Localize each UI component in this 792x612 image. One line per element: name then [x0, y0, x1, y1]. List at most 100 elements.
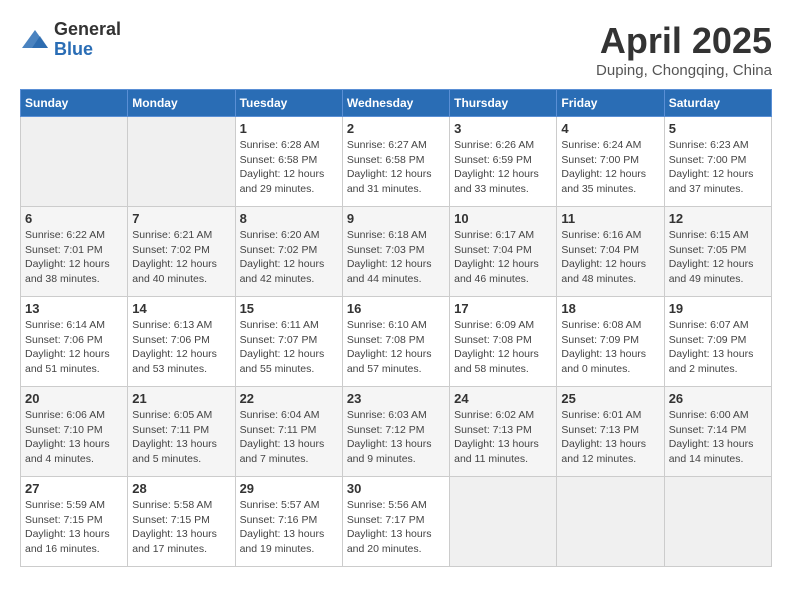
- day-info: Sunrise: 6:15 AM Sunset: 7:05 PM Dayligh…: [669, 228, 767, 287]
- day-number: 15: [240, 301, 338, 316]
- col-saturday: Saturday: [664, 90, 771, 117]
- day-info: Sunrise: 6:28 AM Sunset: 6:58 PM Dayligh…: [240, 138, 338, 197]
- day-number: 11: [561, 211, 659, 226]
- day-info: Sunrise: 6:01 AM Sunset: 7:13 PM Dayligh…: [561, 408, 659, 467]
- day-info: Sunrise: 6:02 AM Sunset: 7:13 PM Dayligh…: [454, 408, 552, 467]
- day-number: 21: [132, 391, 230, 406]
- day-number: 29: [240, 481, 338, 496]
- table-row: 22 Sunrise: 6:04 AM Sunset: 7:11 PM Dayli…: [235, 387, 342, 477]
- day-info: Sunrise: 5:56 AM Sunset: 7:17 PM Dayligh…: [347, 498, 445, 557]
- day-number: 16: [347, 301, 445, 316]
- logo-icon: [20, 28, 50, 52]
- day-number: 22: [240, 391, 338, 406]
- table-row: 10 Sunrise: 6:17 AM Sunset: 7:04 PM Dayli…: [450, 207, 557, 297]
- day-info: Sunrise: 6:20 AM Sunset: 7:02 PM Dayligh…: [240, 228, 338, 287]
- day-number: 20: [25, 391, 123, 406]
- day-number: 28: [132, 481, 230, 496]
- table-row: 28Sunrise: 5:58 AM Sunset: 7:15 PM Dayli…: [128, 477, 235, 567]
- day-number: 4: [561, 121, 659, 136]
- table-row: 9Sunrise: 6:18 AM Sunset: 7:03 PM Daylig…: [342, 207, 449, 297]
- table-row: 3 Sunrise: 6:26 AM Sunset: 6:59 PM Daylig…: [450, 117, 557, 207]
- calendar-week-row: 20 Sunrise: 6:06 AM Sunset: 7:10 PM Dayli…: [21, 387, 772, 477]
- location-subtitle: Duping, Chongqing, China: [596, 62, 772, 79]
- logo-blue: Blue: [54, 40, 121, 60]
- day-info: Sunrise: 6:08 AM Sunset: 7:09 PM Dayligh…: [561, 318, 659, 377]
- col-friday: Friday: [557, 90, 664, 117]
- table-row: [128, 117, 235, 207]
- day-info: Sunrise: 6:21 AM Sunset: 7:02 PM Dayligh…: [132, 228, 230, 287]
- day-number: 14: [132, 301, 230, 316]
- day-number: 18: [561, 301, 659, 316]
- calendar-week-row: 1Sunrise: 6:28 AM Sunset: 6:58 PM Daylig…: [21, 117, 772, 207]
- logo-general: General: [54, 20, 121, 40]
- logo-text: General Blue: [54, 20, 121, 60]
- table-row: 29 Sunrise: 5:57 AM Sunset: 7:16 PM Dayli…: [235, 477, 342, 567]
- day-info: Sunrise: 6:06 AM Sunset: 7:10 PM Dayligh…: [25, 408, 123, 467]
- day-number: 5: [669, 121, 767, 136]
- day-info: Sunrise: 6:14 AM Sunset: 7:06 PM Dayligh…: [25, 318, 123, 377]
- day-info: Sunrise: 5:57 AM Sunset: 7:16 PM Dayligh…: [240, 498, 338, 557]
- page-header: General Blue April 2025 Duping, Chongqin…: [20, 20, 772, 79]
- calendar-table: Sunday Monday Tuesday Wednesday Thursday…: [20, 89, 772, 567]
- col-monday: Monday: [128, 90, 235, 117]
- table-row: 12 Sunrise: 6:15 AM Sunset: 7:05 PM Dayli…: [664, 207, 771, 297]
- day-info: Sunrise: 6:04 AM Sunset: 7:11 PM Dayligh…: [240, 408, 338, 467]
- table-row: 19Sunrise: 6:07 AM Sunset: 7:09 PM Dayli…: [664, 297, 771, 387]
- table-row: 18 Sunrise: 6:08 AM Sunset: 7:09 PM Dayli…: [557, 297, 664, 387]
- table-row: 20 Sunrise: 6:06 AM Sunset: 7:10 PM Dayli…: [21, 387, 128, 477]
- table-row: 13 Sunrise: 6:14 AM Sunset: 7:06 PM Dayli…: [21, 297, 128, 387]
- day-info: Sunrise: 6:03 AM Sunset: 7:12 PM Dayligh…: [347, 408, 445, 467]
- table-row: 8Sunrise: 6:20 AM Sunset: 7:02 PM Daylig…: [235, 207, 342, 297]
- day-number: 7: [132, 211, 230, 226]
- table-row: 15 Sunrise: 6:11 AM Sunset: 7:07 PM Dayli…: [235, 297, 342, 387]
- calendar-header: Sunday Monday Tuesday Wednesday Thursday…: [21, 90, 772, 117]
- day-number: 23: [347, 391, 445, 406]
- title-block: April 2025 Duping, Chongqing, China: [596, 20, 772, 79]
- col-thursday: Thursday: [450, 90, 557, 117]
- day-info: Sunrise: 6:07 AM Sunset: 7:09 PM Dayligh…: [669, 318, 767, 377]
- table-row: 7 Sunrise: 6:21 AM Sunset: 7:02 PM Daylig…: [128, 207, 235, 297]
- day-info: Sunrise: 6:24 AM Sunset: 7:00 PM Dayligh…: [561, 138, 659, 197]
- table-row: 6 Sunrise: 6:22 AM Sunset: 7:01 PM Daylig…: [21, 207, 128, 297]
- header-row: Sunday Monday Tuesday Wednesday Thursday…: [21, 90, 772, 117]
- day-info: Sunrise: 6:16 AM Sunset: 7:04 PM Dayligh…: [561, 228, 659, 287]
- day-number: 6: [25, 211, 123, 226]
- day-number: 13: [25, 301, 123, 316]
- col-tuesday: Tuesday: [235, 90, 342, 117]
- day-number: 10: [454, 211, 552, 226]
- col-sunday: Sunday: [21, 90, 128, 117]
- table-row: 23 Sunrise: 6:03 AM Sunset: 7:12 PM Dayli…: [342, 387, 449, 477]
- day-info: Sunrise: 6:09 AM Sunset: 7:08 PM Dayligh…: [454, 318, 552, 377]
- table-row: 26Sunrise: 6:00 AM Sunset: 7:14 PM Dayli…: [664, 387, 771, 477]
- day-info: Sunrise: 6:11 AM Sunset: 7:07 PM Dayligh…: [240, 318, 338, 377]
- table-row: 24 Sunrise: 6:02 AM Sunset: 7:13 PM Dayli…: [450, 387, 557, 477]
- day-info: Sunrise: 6:27 AM Sunset: 6:58 PM Dayligh…: [347, 138, 445, 197]
- month-title: April 2025: [596, 20, 772, 62]
- table-row: 1Sunrise: 6:28 AM Sunset: 6:58 PM Daylig…: [235, 117, 342, 207]
- calendar-week-row: 6 Sunrise: 6:22 AM Sunset: 7:01 PM Daylig…: [21, 207, 772, 297]
- table-row: 2 Sunrise: 6:27 AM Sunset: 6:58 PM Daylig…: [342, 117, 449, 207]
- day-number: 24: [454, 391, 552, 406]
- day-number: 2: [347, 121, 445, 136]
- day-number: 3: [454, 121, 552, 136]
- calendar-week-row: 27Sunrise: 5:59 AM Sunset: 7:15 PM Dayli…: [21, 477, 772, 567]
- day-info: Sunrise: 6:17 AM Sunset: 7:04 PM Dayligh…: [454, 228, 552, 287]
- calendar-body: 1Sunrise: 6:28 AM Sunset: 6:58 PM Daylig…: [21, 117, 772, 567]
- table-row: 25Sunrise: 6:01 AM Sunset: 7:13 PM Dayli…: [557, 387, 664, 477]
- table-row: 27Sunrise: 5:59 AM Sunset: 7:15 PM Dayli…: [21, 477, 128, 567]
- day-number: 12: [669, 211, 767, 226]
- table-row: 30Sunrise: 5:56 AM Sunset: 7:17 PM Dayli…: [342, 477, 449, 567]
- table-row: 16 Sunrise: 6:10 AM Sunset: 7:08 PM Dayli…: [342, 297, 449, 387]
- table-row: 5Sunrise: 6:23 AM Sunset: 7:00 PM Daylig…: [664, 117, 771, 207]
- day-info: Sunrise: 6:26 AM Sunset: 6:59 PM Dayligh…: [454, 138, 552, 197]
- day-info: Sunrise: 6:10 AM Sunset: 7:08 PM Dayligh…: [347, 318, 445, 377]
- table-row: [21, 117, 128, 207]
- day-info: Sunrise: 6:22 AM Sunset: 7:01 PM Dayligh…: [25, 228, 123, 287]
- day-number: 27: [25, 481, 123, 496]
- day-number: 17: [454, 301, 552, 316]
- day-info: Sunrise: 6:18 AM Sunset: 7:03 PM Dayligh…: [347, 228, 445, 287]
- logo: General Blue: [20, 20, 121, 60]
- day-info: Sunrise: 6:13 AM Sunset: 7:06 PM Dayligh…: [132, 318, 230, 377]
- day-info: Sunrise: 6:00 AM Sunset: 7:14 PM Dayligh…: [669, 408, 767, 467]
- table-row: 14 Sunrise: 6:13 AM Sunset: 7:06 PM Dayli…: [128, 297, 235, 387]
